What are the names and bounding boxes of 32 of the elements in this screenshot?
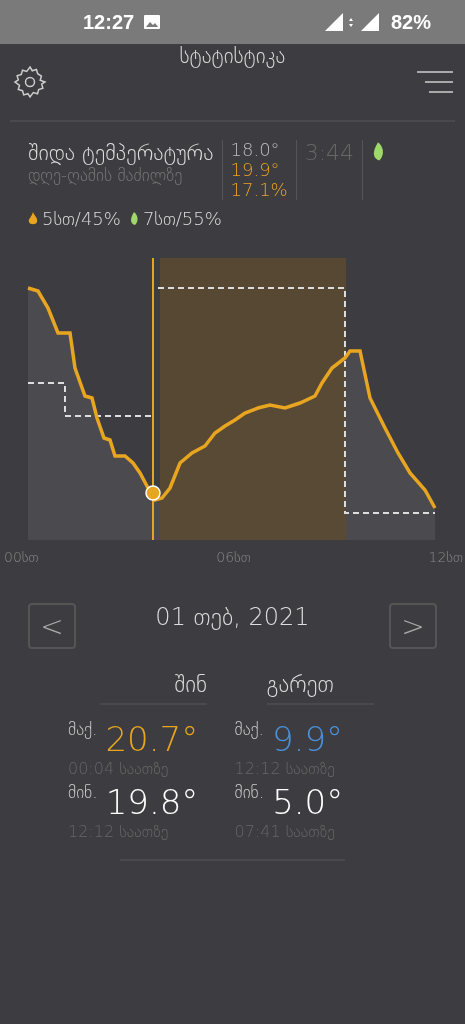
stat-value: 5.0° [272,782,344,822]
column-heading: შინ [100,671,207,705]
column-heading: გარეთ [266,671,374,705]
next-day-button[interactable]: > [389,603,437,649]
menu-icon[interactable] [417,71,453,93]
stat-label: მაქ. [68,719,98,739]
image-icon [144,15,161,29]
axis-label: 06სთ [216,549,251,565]
mode-duration: 5სთ/45% [42,208,121,229]
summary-subtitle: დღე-ღამის მაძილზე [28,165,183,185]
mode-duration: 7სთ/55% [142,208,222,229]
battery-level: 82% [390,10,431,34]
settings-icon[interactable] [12,64,48,100]
stat-label: მაქ. [234,719,264,739]
axis-label: 00სთ [4,549,39,565]
summary-title: შიდა ტემპერატურა [28,140,214,165]
stat-value: 20.7° [105,719,199,759]
previous-day-button[interactable]: < [28,603,76,649]
status-time: 12:27 [83,10,135,34]
stat-label: მინ. [234,782,265,802]
leaf-icon [128,211,139,226]
stat-value: 19.8° [105,782,199,822]
flame-icon [28,211,38,226]
axis-label: 12სთ [428,549,463,565]
stat-value: 9.9° [271,719,344,759]
set-temperature: 18.0° [230,140,280,160]
stat-label: მინ. [68,782,98,802]
signal-icon [324,13,381,31]
page-title: სტატისტიკა [179,44,286,68]
percent-value: 17.1% [230,180,288,200]
current-temperature: 19.9° [230,160,280,180]
date-label: 01 თებ, 2021 [155,603,310,631]
